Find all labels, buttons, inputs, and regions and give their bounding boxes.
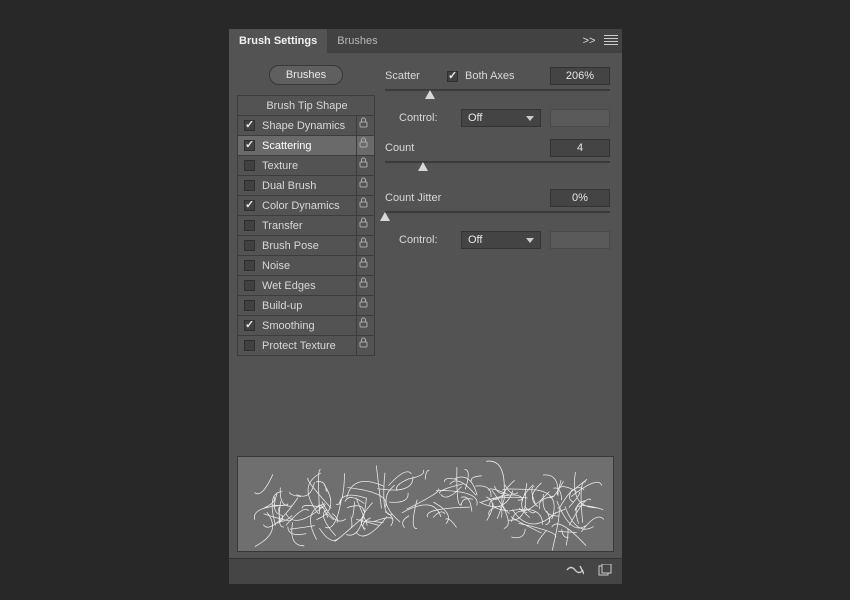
scatter-value-input[interactable]: 206%	[550, 67, 610, 85]
lock-icon[interactable]	[356, 316, 370, 335]
lock-icon[interactable]	[356, 256, 370, 275]
both-axes-checkbox[interactable]	[447, 71, 458, 82]
option-protect-texture[interactable]: Protect Texture	[238, 336, 374, 356]
option-checkbox[interactable]	[244, 240, 255, 251]
count-jitter-value-input[interactable]: 0%	[550, 189, 610, 207]
option-checkbox[interactable]	[244, 120, 255, 131]
option-label: Color Dynamics	[262, 200, 356, 212]
count-jitter-slider[interactable]	[385, 209, 610, 223]
option-label: Brush Pose	[262, 240, 356, 252]
jitter-control-dropdown[interactable]: Off	[461, 231, 541, 249]
scatter-control-dropdown[interactable]: Off	[461, 109, 541, 127]
count-jitter-label: Count Jitter	[385, 192, 465, 204]
option-brush-tip-shape[interactable]: Brush Tip Shape	[238, 96, 374, 116]
option-transfer[interactable]: Transfer	[238, 216, 374, 236]
lock-icon[interactable]	[356, 116, 370, 135]
option-checkbox[interactable]	[244, 260, 255, 271]
jitter-control-value	[550, 231, 610, 249]
option-checkbox[interactable]	[244, 180, 255, 191]
scatter-control-value	[550, 109, 610, 127]
count-label: Count	[385, 142, 447, 154]
jitter-control-label: Control:	[385, 234, 461, 246]
brush-stroke-preview	[237, 456, 614, 552]
option-smoothing[interactable]: Smoothing	[238, 316, 374, 336]
lock-icon[interactable]	[356, 236, 370, 255]
option-noise[interactable]: Noise	[238, 256, 374, 276]
scatter-label: Scatter	[385, 70, 447, 82]
panel-tabbar: Brush Settings Brushes >>	[229, 29, 622, 53]
count-value-input[interactable]: 4	[550, 139, 610, 157]
option-label: Transfer	[262, 220, 356, 232]
lock-icon[interactable]	[356, 336, 370, 355]
both-axes-label: Both Axes	[465, 70, 515, 82]
collapse-icon[interactable]: >>	[578, 35, 600, 47]
option-brush-pose[interactable]: Brush Pose	[238, 236, 374, 256]
option-label: Brush Tip Shape	[266, 100, 347, 112]
option-label: Shape Dynamics	[262, 120, 356, 132]
option-label: Dual Brush	[262, 180, 356, 192]
brush-options-sidebar: Brushes Brush Tip Shape Shape Dynamics Sc…	[237, 61, 375, 456]
option-label: Build-up	[262, 300, 356, 312]
lock-icon[interactable]	[356, 296, 370, 315]
option-label: Noise	[262, 260, 356, 272]
option-checkbox[interactable]	[244, 200, 255, 211]
new-brush-icon[interactable]	[598, 564, 612, 579]
option-checkbox[interactable]	[244, 300, 255, 311]
lock-icon[interactable]	[356, 156, 370, 175]
option-label: Scattering	[262, 140, 356, 152]
option-dual-brush[interactable]: Dual Brush	[238, 176, 374, 196]
panel-footer	[229, 558, 622, 584]
scatter-control-label: Control:	[385, 112, 461, 124]
lock-icon[interactable]	[356, 176, 370, 195]
option-wet-edges[interactable]: Wet Edges	[238, 276, 374, 296]
option-label: Wet Edges	[262, 280, 356, 292]
option-build-up[interactable]: Build-up	[238, 296, 374, 316]
option-label: Texture	[262, 160, 356, 172]
lock-icon[interactable]	[356, 136, 370, 155]
option-checkbox[interactable]	[244, 160, 255, 171]
scatter-slider[interactable]	[385, 87, 610, 101]
option-checkbox[interactable]	[244, 140, 255, 151]
option-scattering[interactable]: Scattering	[238, 136, 374, 156]
panel-menu-icon[interactable]	[600, 33, 622, 50]
option-checkbox[interactable]	[244, 340, 255, 351]
brush-option-list: Brush Tip Shape Shape Dynamics Scattering…	[237, 95, 375, 356]
option-checkbox[interactable]	[244, 280, 255, 291]
count-slider[interactable]	[385, 159, 610, 173]
option-checkbox[interactable]	[244, 320, 255, 331]
toggle-preview-icon[interactable]	[566, 564, 584, 579]
option-label: Protect Texture	[262, 340, 356, 352]
brushes-button[interactable]: Brushes	[269, 65, 343, 85]
scattering-controls: Scatter Both Axes 206% Control: Off Coun…	[383, 61, 622, 456]
option-label: Smoothing	[262, 320, 356, 332]
lock-icon[interactable]	[356, 276, 370, 295]
option-texture[interactable]: Texture	[238, 156, 374, 176]
tab-brush-settings[interactable]: Brush Settings	[229, 29, 327, 53]
option-checkbox[interactable]	[244, 220, 255, 231]
option-shape-dynamics[interactable]: Shape Dynamics	[238, 116, 374, 136]
lock-icon[interactable]	[356, 196, 370, 215]
tab-brushes[interactable]: Brushes	[327, 29, 387, 53]
option-color-dynamics[interactable]: Color Dynamics	[238, 196, 374, 216]
lock-icon[interactable]	[356, 216, 370, 235]
brush-settings-panel: Brush Settings Brushes >> Brushes Brush …	[229, 29, 622, 584]
